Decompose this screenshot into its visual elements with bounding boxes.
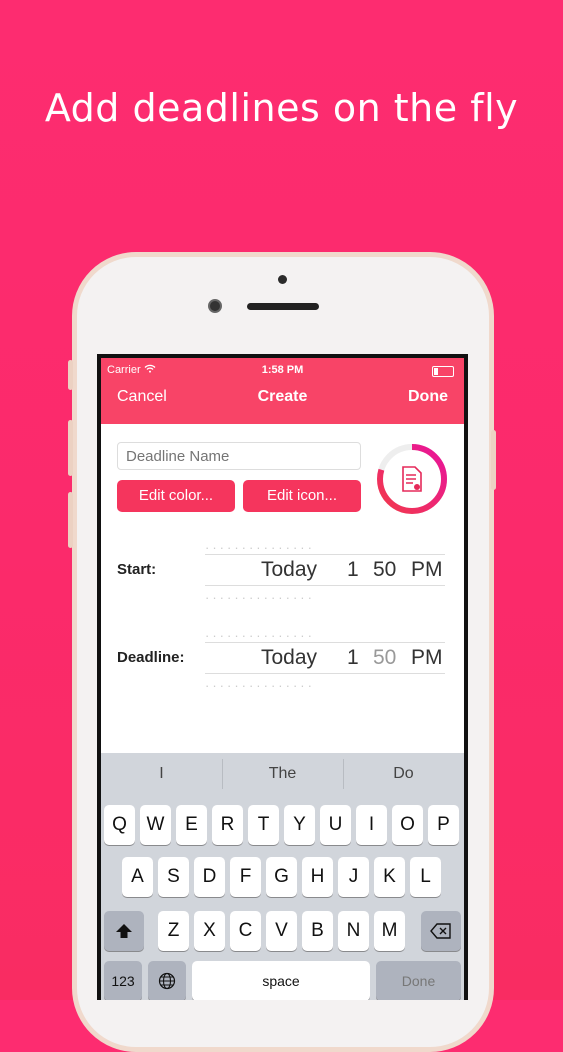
start-ampm[interactable]: PM <box>411 558 443 582</box>
key-s[interactable]: S <box>158 857 189 897</box>
key-b[interactable]: B <box>302 911 333 951</box>
key-a[interactable]: A <box>122 857 153 897</box>
picker-selection-band <box>205 554 445 586</box>
start-date-picker[interactable]: ··············· Today 1 50 PM ··········… <box>205 540 445 600</box>
picker-next-row: ··············· <box>205 590 315 600</box>
suggestion-3[interactable]: Do <box>343 753 464 795</box>
picker-next-row: ··············· <box>205 678 315 688</box>
numbers-key[interactable]: 123 <box>104 961 142 1000</box>
globe-icon <box>158 972 176 990</box>
status-bar: Carrier 1:58 PM <box>101 364 464 380</box>
key-h[interactable]: H <box>302 857 333 897</box>
key-u[interactable]: U <box>320 805 351 845</box>
backspace-key[interactable] <box>421 911 461 951</box>
earpiece-speaker <box>247 303 319 310</box>
edit-color-button[interactable]: Edit color... <box>117 480 235 512</box>
key-d[interactable]: D <box>194 857 225 897</box>
proximity-sensor <box>278 275 287 284</box>
deadline-date-picker[interactable]: ··············· Today 1 50 PM ··········… <box>205 628 445 688</box>
key-z[interactable]: Z <box>158 911 189 951</box>
front-camera <box>208 299 222 313</box>
volume-down-button <box>68 492 73 548</box>
mute-switch <box>68 360 73 390</box>
key-i[interactable]: I <box>356 805 387 845</box>
deadline-name-input[interactable] <box>117 442 361 470</box>
key-r[interactable]: R <box>212 805 243 845</box>
key-e[interactable]: E <box>176 805 207 845</box>
key-p[interactable]: P <box>428 805 459 845</box>
deadline-ampm[interactable]: PM <box>411 646 443 670</box>
start-label: Start: <box>117 561 157 578</box>
picker-prev-row: ··············· <box>205 540 315 550</box>
key-k[interactable]: K <box>374 857 405 897</box>
done-button[interactable]: Done <box>408 388 448 406</box>
key-l[interactable]: L <box>410 857 441 897</box>
key-v[interactable]: V <box>266 911 297 951</box>
picker-selection-band <box>205 642 445 674</box>
key-c[interactable]: C <box>230 911 261 951</box>
keyboard: I The Do QWERTYUIOP ASDFGHJKL ZXCVBNM 12… <box>101 753 464 1000</box>
deadline-hour[interactable]: 1 <box>347 646 359 670</box>
suggestion-2[interactable]: The <box>222 753 343 795</box>
start-day[interactable]: Today <box>261 558 317 582</box>
key-t[interactable]: T <box>248 805 279 845</box>
deadline-day[interactable]: Today <box>261 646 317 670</box>
picker-prev-row: ··············· <box>205 628 315 638</box>
key-x[interactable]: X <box>194 911 225 951</box>
navigation-bar: Carrier 1:58 PM Cancel Create Done <box>101 358 464 424</box>
key-y[interactable]: Y <box>284 805 315 845</box>
start-minute[interactable]: 50 <box>373 558 396 582</box>
volume-up-button <box>68 420 73 476</box>
phone-screen: Carrier 1:58 PM Cancel Create Done Edit … <box>97 354 468 1000</box>
status-time: 1:58 PM <box>261 364 304 376</box>
key-o[interactable]: O <box>392 805 423 845</box>
key-j[interactable]: J <box>338 857 369 897</box>
deadline-progress-ring[interactable] <box>375 442 449 516</box>
key-g[interactable]: G <box>266 857 297 897</box>
headline: Add deadlines on the fly <box>44 86 519 130</box>
key-n[interactable]: N <box>338 911 369 951</box>
start-hour[interactable]: 1 <box>347 558 359 582</box>
shift-icon <box>116 923 132 938</box>
edit-icon-button[interactable]: Edit icon... <box>243 480 361 512</box>
suggestion-1[interactable]: I <box>101 753 222 795</box>
document-icon <box>401 466 423 497</box>
power-button <box>491 430 496 490</box>
key-w[interactable]: W <box>140 805 171 845</box>
key-q[interactable]: Q <box>104 805 135 845</box>
shift-key[interactable] <box>104 911 144 951</box>
backspace-icon <box>430 923 451 939</box>
space-key[interactable]: space <box>192 961 370 1000</box>
deadline-label: Deadline: <box>117 649 185 666</box>
keyboard-done-key[interactable]: Done <box>376 961 461 1000</box>
key-m[interactable]: M <box>374 911 405 951</box>
deadline-minute[interactable]: 50 <box>373 646 396 670</box>
battery-icon <box>432 366 454 377</box>
globe-key[interactable] <box>148 961 186 1000</box>
key-f[interactable]: F <box>230 857 261 897</box>
